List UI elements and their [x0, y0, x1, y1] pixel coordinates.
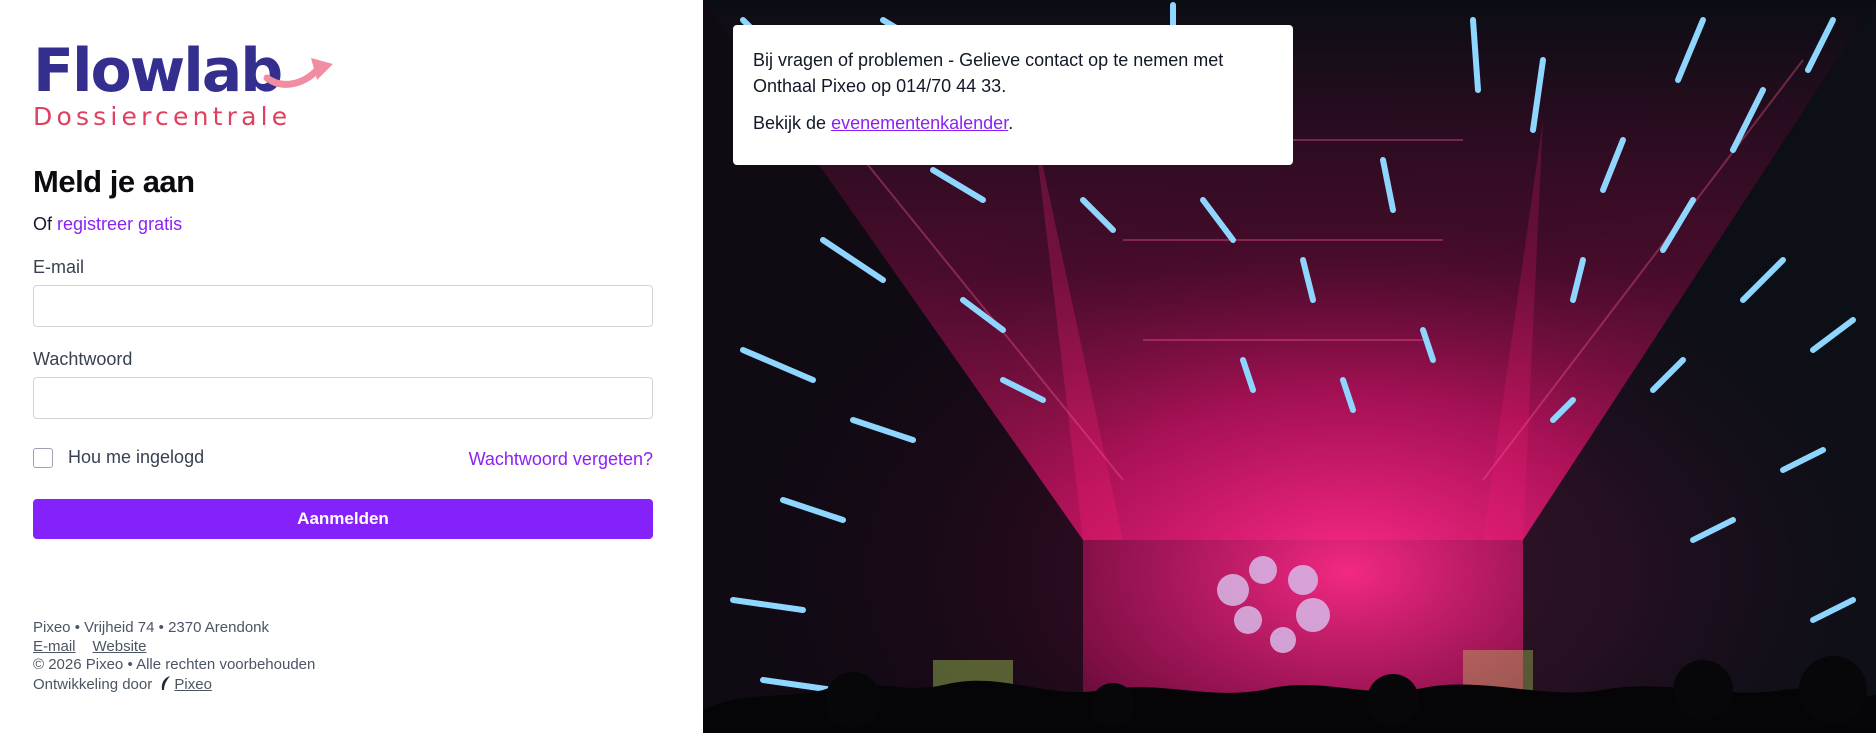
developer-link[interactable]: Pixeo [174, 676, 212, 693]
footer-separator: • [158, 619, 164, 636]
password-field[interactable] [33, 377, 653, 419]
footer-separator: • [74, 619, 80, 636]
remember-me: Hou me ingelogd [33, 447, 204, 468]
footer-links: E-mail Website [33, 638, 315, 657]
rights-text: Alle rechten voorbehouden [136, 656, 316, 674]
footer-email-link[interactable]: E-mail [33, 638, 76, 655]
footer-postal: 2370 Arendonk [168, 619, 269, 636]
or-text: Of [33, 214, 53, 234]
logo-wordmark: Flowlab [33, 36, 283, 106]
login-panel: Flowlab Dossiercentrale Meld je aan Of r… [0, 0, 703, 733]
logo-arrow-icon [263, 58, 333, 88]
flowlab-logo[interactable]: Flowlab Dossiercentrale [33, 36, 333, 131]
logo-subtitle: Dossiercentrale [33, 102, 292, 131]
notice-suffix: . [1008, 113, 1014, 133]
footer-developer: Ontwikkeling door Pixeo [33, 675, 315, 695]
copyright-text: © 2026 Pixeo [33, 656, 124, 674]
forgot-password-link[interactable]: Wachtwoord vergeten? [469, 449, 653, 470]
email-label: E-mail [33, 257, 85, 277]
page-title: Meld je aan [33, 164, 195, 199]
register-prompt: Of registreer gratis [33, 214, 182, 235]
footer: Pixeo • Vrijheid 74 • 2370 Arendonk E-ma… [33, 619, 315, 694]
register-link[interactable]: registreer gratis [57, 214, 182, 234]
password-label: Wachtwoord [33, 349, 133, 369]
footer-address: Pixeo • Vrijheid 74 • 2370 Arendonk [33, 619, 315, 638]
pixeo-leaf-icon [162, 675, 171, 690]
developed-by-text: Ontwikkeling door [33, 675, 153, 693]
notice-contact-text: Bij vragen of problemen - Gelieve contac… [753, 50, 1224, 96]
event-calendar-link[interactable]: evenementenkalender [831, 113, 1008, 133]
footer-company: Pixeo [33, 619, 71, 636]
footer-street: Vrijheid 74 [84, 619, 155, 636]
email-field[interactable] [33, 285, 653, 327]
remember-checkbox[interactable] [33, 447, 53, 468]
footer-copyright: © 2026 Pixeo • Alle rechten voorbehouden [33, 656, 315, 675]
footer-website-link[interactable]: Website [93, 638, 147, 655]
info-notice: Bij vragen of problemen - Gelieve contac… [733, 25, 1293, 165]
login-button[interactable]: Aanmelden [33, 499, 653, 539]
notice-prefix: Bekijk de [753, 113, 827, 133]
footer-separator: • [127, 656, 133, 674]
notice-calendar-line: Bekijk de evenementenkalender. [753, 110, 1273, 136]
remember-label[interactable]: Hou me ingelogd [68, 447, 204, 468]
